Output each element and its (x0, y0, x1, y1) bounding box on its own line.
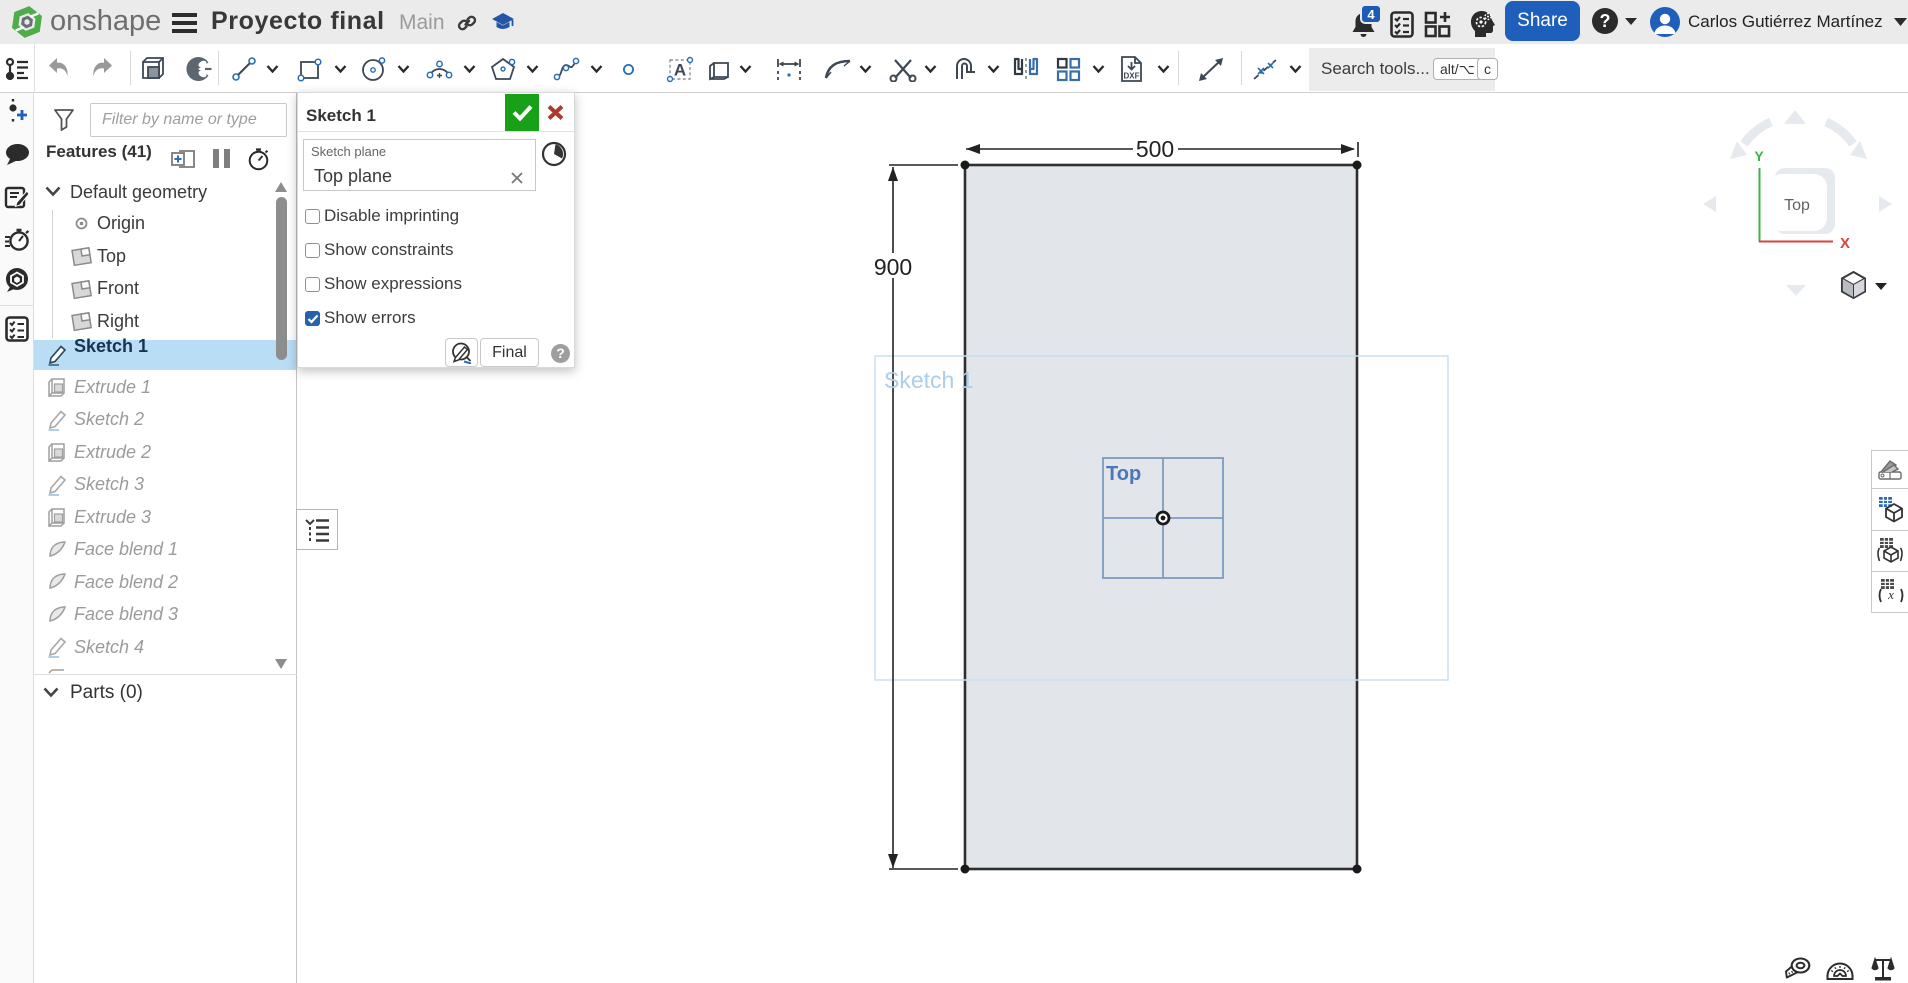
svg-text:X: X (1840, 235, 1850, 252)
svg-text:A: A (674, 61, 686, 80)
svg-text:500: 500 (1136, 136, 1174, 162)
svg-text:900: 900 (874, 254, 912, 280)
svg-text:Y: Y (1754, 148, 1764, 164)
svg-text:Sketch 1: Sketch 1 (884, 367, 974, 393)
svg-text:Top: Top (1106, 463, 1141, 485)
svg-text:Top: Top (1784, 197, 1810, 214)
svg-text:x: x (1887, 587, 1894, 602)
svg-text:DXF: DXF (1124, 72, 1140, 81)
